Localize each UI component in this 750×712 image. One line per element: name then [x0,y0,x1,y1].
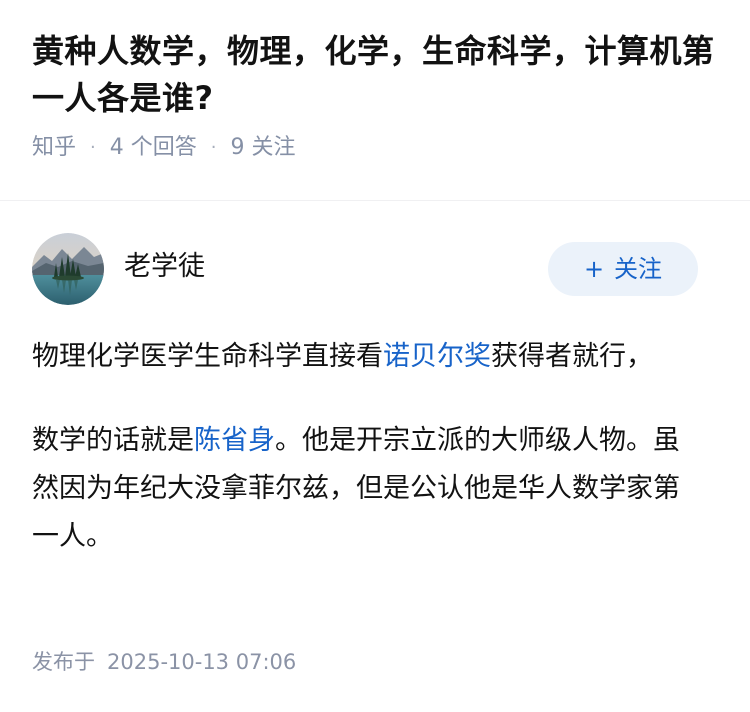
publish-time: 2025-10-13 07:06 [107,650,297,674]
paragraph-text: 数学的话就是 [32,425,194,456]
follow-count[interactable]: 9 关注 [230,133,295,163]
author-name[interactable]: 老学徒 [124,249,205,285]
question-title[interactable]: 黄种人数学，物理，化学，生命科学，计算机第一人各是谁? [32,28,718,122]
meta-separator: · [90,137,96,158]
meta-separator: · [210,137,217,158]
answer-card: 老学徒 + 关注 物理化学医学生命科学直接看诺贝尔奖获得者就行， 数学的话就是陈省… [0,201,750,597]
answer-paragraph: 数学的话就是陈省身。他是开宗立派的大师级人物。虽然因为年纪大没拿菲尔兹，但是公认… [32,417,700,561]
site-name[interactable]: 知乎 [32,133,76,163]
author-row: 老学徒 + 关注 [32,201,718,311]
answer-count[interactable]: 4 个回答 [110,133,197,163]
follow-button-label: 关注 [614,255,663,283]
answer-paragraph: 物理化学医学生命科学直接看诺贝尔奖获得者就行， [32,333,700,381]
paragraph-text: 物理化学医学生命科学直接看 [32,341,383,372]
question-header: 黄种人数学，物理，化学，生命科学，计算机第一人各是谁? 知乎 · 4 个回答 ·… [0,0,750,200]
chern-link[interactable]: 陈省身 [194,425,275,456]
avatar[interactable] [32,233,104,305]
follow-button[interactable]: + 关注 [548,242,698,296]
question-meta: 知乎 · 4 个回答 · 9 关注 [32,133,718,163]
paragraph-text: 获得者就行， [491,341,653,372]
plus-icon: + [583,255,605,283]
publish-label: 发布于 [32,650,95,674]
nobel-prize-link[interactable]: 诺贝尔奖 [383,341,491,372]
publish-info: 发布于 2025-10-13 07:06 [32,645,296,679]
answer-content: 物理化学医学生命科学直接看诺贝尔奖获得者就行， 数学的话就是陈省身。他是开宗立派… [32,333,700,561]
